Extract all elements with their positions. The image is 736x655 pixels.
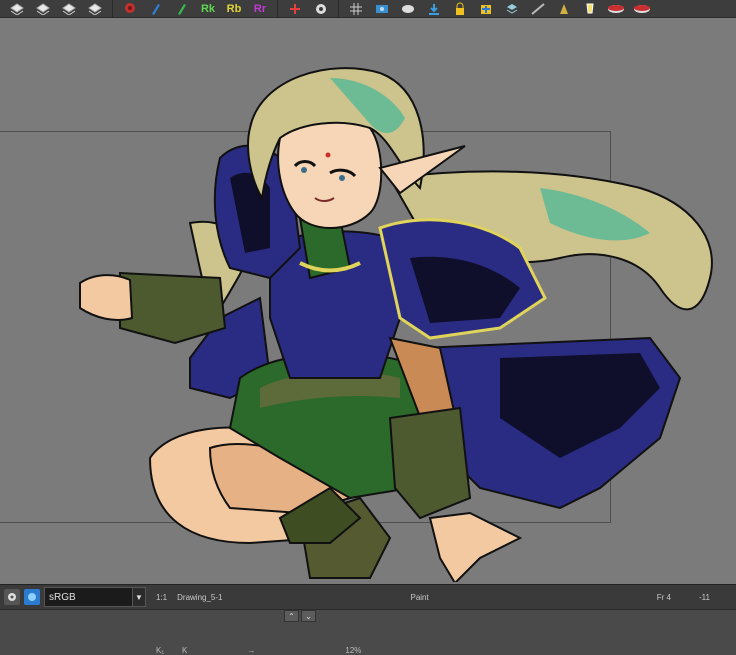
grid-icon[interactable]	[346, 1, 366, 16]
layers-icon[interactable]	[33, 1, 53, 16]
paint-bucket-icon[interactable]	[120, 1, 140, 16]
zoom-level: 1:1	[156, 592, 168, 602]
pencil-icon[interactable]	[172, 1, 192, 16]
layers-icon[interactable]	[59, 1, 79, 16]
drawing-name: Drawing_5-1	[177, 592, 223, 602]
mode-label: Paint	[410, 592, 429, 602]
extra-value: -11	[698, 592, 710, 602]
rb-button[interactable]: Rb	[224, 1, 244, 16]
stack-icon[interactable]	[502, 1, 522, 16]
color-space-select[interactable]: sRGB ▼	[44, 587, 146, 607]
layers-icon[interactable]	[85, 1, 105, 16]
onion-skin-icon[interactable]	[398, 1, 418, 16]
add-layer-icon[interactable]	[285, 1, 305, 16]
top-toolbar: Rk Rb Rr	[0, 0, 736, 18]
frame-icon[interactable]	[372, 1, 392, 16]
collapse-down-button[interactable]: ⌄	[301, 610, 316, 622]
rr-button[interactable]: Rr	[250, 1, 270, 16]
rk-button[interactable]: Rk	[198, 1, 218, 16]
character-drawing	[79, 67, 713, 582]
ruler-icon[interactable]	[528, 1, 548, 16]
add-drawing-icon[interactable]	[476, 1, 496, 16]
view-tools-group	[339, 0, 659, 17]
chevron-down-icon[interactable]: ▼	[132, 588, 145, 606]
pen-icon[interactable]	[554, 1, 574, 16]
layers-icon[interactable]	[7, 1, 27, 16]
collapse-up-button[interactable]: ⌃	[284, 610, 299, 622]
panel-splitter[interactable]: ⌃ ⌄	[284, 610, 318, 622]
status-bar: sRGB ▼ 1:1 Drawing_5-1 Paint Fr 4 -11	[0, 584, 736, 609]
gear-icon[interactable]	[4, 589, 20, 605]
disk-icon[interactable]	[606, 1, 626, 16]
color-wheel-icon[interactable]	[24, 589, 40, 605]
bottom-panel: ⌃ ⌄ K₁ K → 12%	[0, 609, 736, 655]
lock-icon[interactable]	[450, 1, 470, 16]
color-tools-group: Rk Rb Rr	[113, 0, 278, 17]
brush-icon[interactable]	[146, 1, 166, 16]
color-space-value: sRGB	[49, 591, 76, 603]
disk-icon[interactable]	[632, 1, 652, 16]
gear-icon[interactable]	[311, 1, 331, 16]
import-icon[interactable]	[424, 1, 444, 16]
frame-indicator: Fr 4	[656, 592, 671, 602]
layer-tools-group	[0, 0, 113, 17]
drawing-canvas[interactable]	[0, 18, 736, 582]
transform-tools-group	[278, 0, 339, 17]
highlight-icon[interactable]	[580, 1, 600, 16]
